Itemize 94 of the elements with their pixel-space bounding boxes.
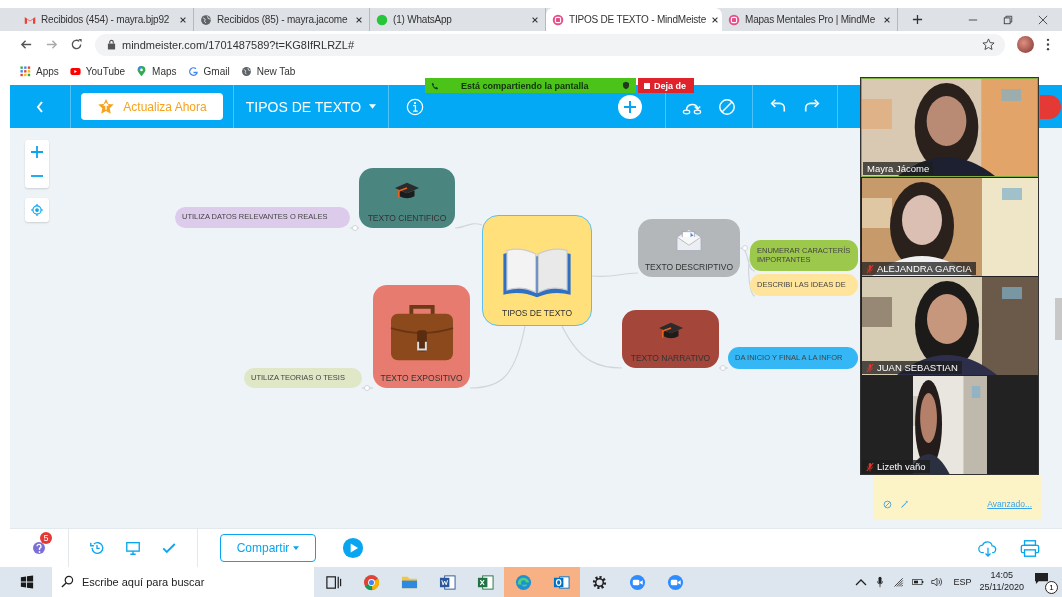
message-icon <box>1034 572 1049 585</box>
connector-line <box>469 325 526 389</box>
caret-icon <box>293 546 300 550</box>
user-avatar[interactable] <box>1040 94 1061 119</box>
browser-tab[interactable]: Mapas Mentales Pro | MindMe <box>722 8 898 31</box>
battery-icon[interactable] <box>911 576 924 588</box>
topic-node[interactable]: TEXTO DESCRIPTIVO <box>638 219 740 277</box>
menu-icon[interactable] <box>1046 38 1050 51</box>
new-tab-icon[interactable] <box>912 14 923 25</box>
profile-avatar[interactable] <box>1017 36 1034 53</box>
browser-logo-icon <box>362 573 380 591</box>
video-camera-icon <box>666 573 684 591</box>
back-icon[interactable] <box>20 38 33 51</box>
cloud-download-icon[interactable] <box>978 538 998 558</box>
zoom-in-icon[interactable] <box>31 146 43 158</box>
history-icon[interactable] <box>89 540 105 556</box>
participant-name: Mayra Jácome <box>863 162 934 175</box>
video-camera-icon <box>628 573 646 591</box>
browser-tab[interactable]: Recibidos (454) - mayra.bjp92 <box>18 8 194 31</box>
map-pin-icon <box>136 66 148 77</box>
scrollbar-thumb[interactable] <box>1055 298 1062 340</box>
close-icon[interactable] <box>711 15 720 24</box>
reload-icon[interactable] <box>70 38 83 51</box>
address-bar[interactable]: mindmeister.com/1701487589?t=KG8IfRLRZL# <box>95 33 1005 56</box>
connector-line <box>454 223 483 229</box>
info-icon[interactable] <box>406 97 424 116</box>
help-icon[interactable] <box>31 540 47 556</box>
close-icon[interactable] <box>531 15 539 24</box>
play-logo-icon <box>69 66 81 77</box>
connector-dot <box>352 225 358 231</box>
wifi-icon[interactable] <box>892 576 905 588</box>
document-app-icon <box>438 573 456 591</box>
shield-icon <box>622 81 630 90</box>
notification-badge: 5 <box>40 532 52 544</box>
apps-grid-icon <box>20 66 31 77</box>
speaker-icon[interactable] <box>930 576 943 588</box>
connector-dot <box>364 385 370 391</box>
language-indicator[interactable]: ESP <box>953 577 972 587</box>
connector-dot <box>720 365 726 371</box>
mindmap-logo-icon <box>728 13 740 26</box>
recenter-button[interactable] <box>25 198 49 222</box>
connector-line <box>739 247 756 297</box>
add-icon[interactable] <box>618 94 642 119</box>
caret-icon <box>369 104 377 109</box>
browser-tab[interactable]: Recibidos (85) - mayra.jacome <box>194 8 370 31</box>
no-entry-icon[interactable] <box>883 499 892 509</box>
back-chevron-icon[interactable] <box>35 99 45 114</box>
bookmark-link[interactable]: New Tab <box>240 66 296 77</box>
connector-dot <box>742 245 748 251</box>
globe-icon <box>240 66 252 77</box>
participant-name: Lizeth vaño <box>862 460 930 473</box>
restore-icon[interactable] <box>1003 14 1013 25</box>
gear-icon <box>590 573 608 591</box>
close-icon[interactable] <box>1038 14 1048 25</box>
connector-line <box>561 325 623 369</box>
search-icon <box>61 575 74 588</box>
mail-app-icon <box>552 573 570 591</box>
clock-time: 14:05 <box>990 570 1014 582</box>
star-icon <box>97 97 116 116</box>
connector-line <box>591 272 639 278</box>
play-icon[interactable] <box>342 537 364 559</box>
notification-center-button[interactable]: 1 <box>1034 571 1056 593</box>
central-topic[interactable]: TIPOS DE TEXTO <box>482 215 592 326</box>
windows-start-icon[interactable] <box>20 575 34 589</box>
print-icon[interactable] <box>1020 538 1040 558</box>
wand-icon[interactable] <box>900 499 909 509</box>
stop-sharing-button[interactable]: Deja de <box>638 78 694 93</box>
forward-icon[interactable] <box>45 38 58 51</box>
browser-tab[interactable]: TIPOS DE TEXTO - MindMeiste <box>546 8 722 31</box>
clock-date: 25/11/2020 <box>979 582 1024 594</box>
screen-share-banner: Está compartiendo la pantalla <box>425 78 636 93</box>
envelope-icon <box>674 228 704 252</box>
browser-logo-icon <box>514 573 532 591</box>
spreadsheet-app-icon <box>476 573 494 591</box>
g-logo-icon <box>187 66 199 77</box>
search-field[interactable]: Escribe aquí para buscar <box>52 567 314 597</box>
bookmark-link[interactable]: Apps <box>20 66 59 77</box>
close-icon[interactable] <box>883 15 891 24</box>
clock[interactable]: 14:05 25/11/2020 <box>979 570 1024 594</box>
close-icon[interactable] <box>355 15 363 24</box>
task-view-icon <box>324 573 342 591</box>
mindmap-logo-icon <box>552 13 564 26</box>
bookmark-link[interactable]: Gmail <box>187 66 230 77</box>
target-icon <box>31 204 43 216</box>
lock-icon <box>107 39 116 50</box>
bookmark-link[interactable]: YouTube <box>69 66 126 77</box>
phone-icon <box>431 81 439 90</box>
close-icon[interactable] <box>179 15 187 24</box>
globe-icon <box>200 13 212 26</box>
bookmark-link[interactable]: Maps <box>136 66 177 77</box>
bookmark-star-icon[interactable] <box>982 38 995 51</box>
topic-node[interactable]: TEXTO EXPOSITIVO <box>373 285 470 388</box>
participant-name: ALEJANDRA GARCIA <box>862 262 976 275</box>
monitor-icon[interactable] <box>125 540 141 556</box>
